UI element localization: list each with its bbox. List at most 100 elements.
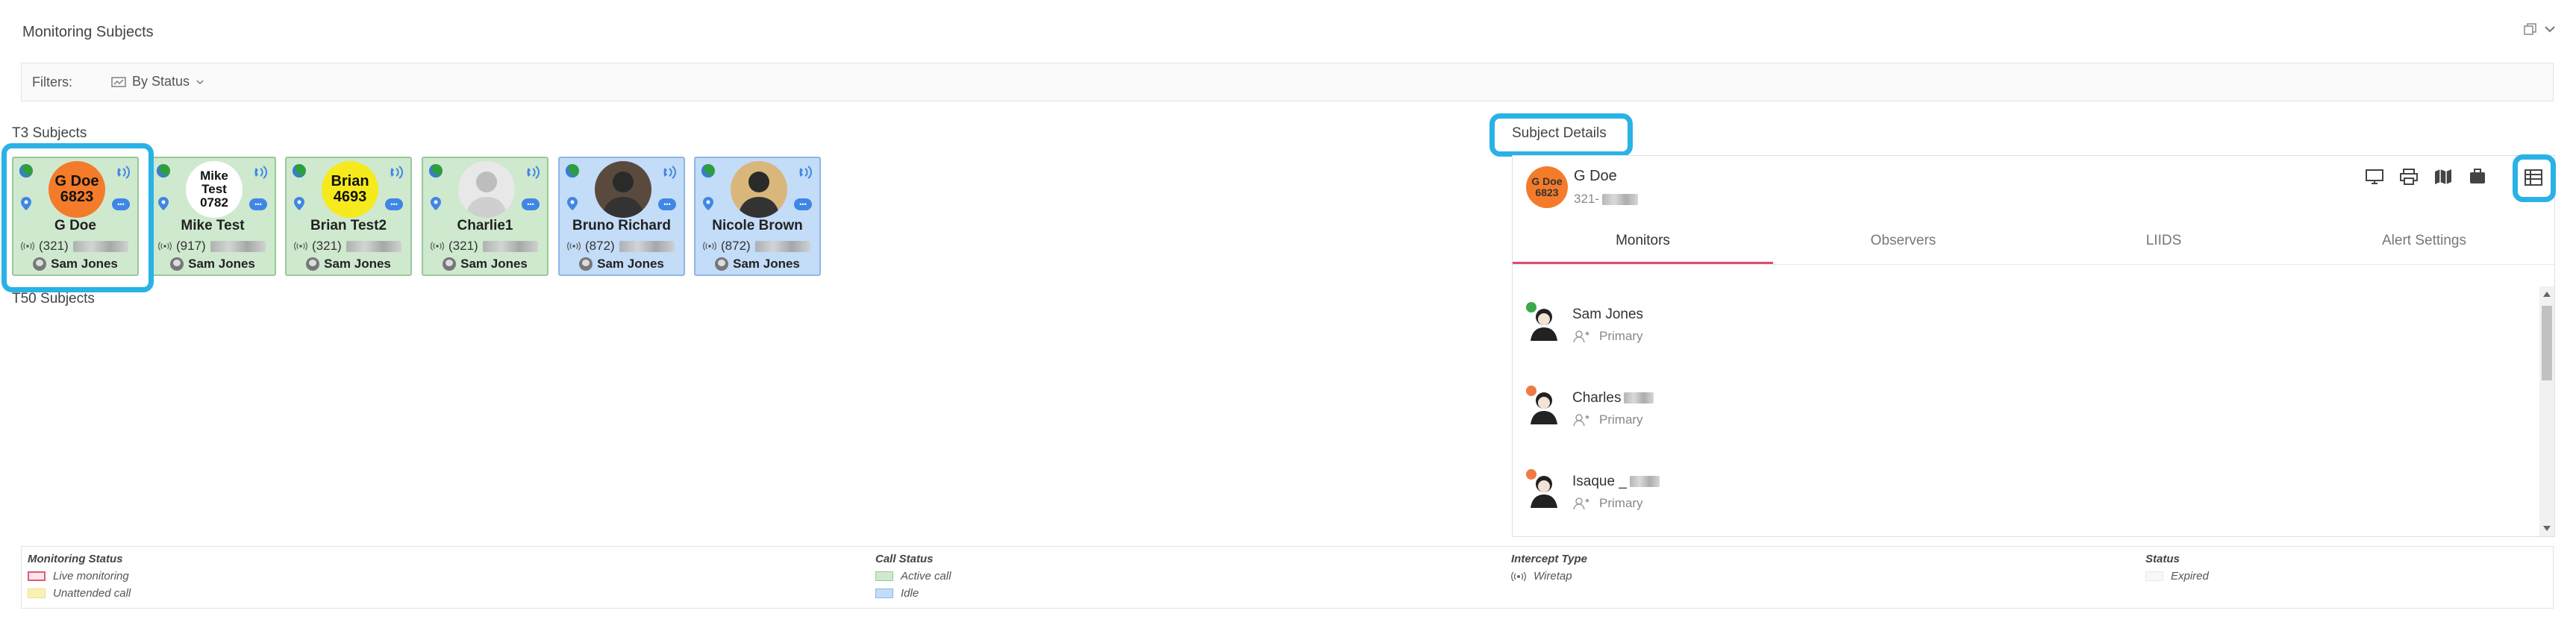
monitors-scrollbar[interactable] xyxy=(2539,286,2554,536)
legend-title: Status xyxy=(2145,553,2180,565)
tab-observers[interactable]: Observers xyxy=(1773,219,2033,264)
selected-card-highlight xyxy=(1,143,154,292)
active-call-swatch xyxy=(875,571,893,581)
briefcase-icon[interactable] xyxy=(2468,168,2487,186)
call-signal-icon[interactable] xyxy=(522,164,541,180)
details-toolbar xyxy=(2365,168,2487,186)
legend-label: Live monitoring xyxy=(53,570,129,583)
redacted-name xyxy=(1624,392,1654,404)
subject-avatar xyxy=(458,161,515,218)
subject-card[interactable]: ••• Nicole Brown (872) Sam Jones xyxy=(694,157,821,276)
subject-card[interactable]: ••• Bruno Richard (872) Sam Jones xyxy=(558,157,685,276)
idle-swatch xyxy=(875,588,893,598)
monitor-name: Sam Jones xyxy=(1572,307,1644,322)
phone-prefix: (321) xyxy=(448,239,478,253)
chat-bubble-icon[interactable]: ••• xyxy=(385,198,403,210)
assigned-monitor: Sam Jones xyxy=(287,257,410,271)
subject-phone: (917) xyxy=(158,239,266,254)
tab-liids[interactable]: LIIDS xyxy=(2033,219,2294,264)
legend-item: Idle xyxy=(875,587,951,600)
monitor-name: Isaque _ xyxy=(1572,474,1660,490)
location-pin-icon[interactable] xyxy=(703,197,713,210)
subject-name: Charlie1 xyxy=(457,218,513,233)
monitor-avatar xyxy=(306,257,320,271)
subject-phone: (872) xyxy=(703,239,810,254)
legend-label: Active call xyxy=(901,570,951,583)
legend-monitoring-status: Monitoring Status Live monitoring Unatte… xyxy=(28,553,131,604)
chat-bubble-icon[interactable]: ••• xyxy=(658,198,676,210)
globe-icon[interactable] xyxy=(293,164,306,178)
legend-item: Active call xyxy=(875,570,951,583)
subject-name: Nicole Brown xyxy=(712,218,803,233)
location-pin-icon[interactable] xyxy=(431,197,441,210)
chevron-down-icon xyxy=(196,79,204,84)
wiretap-icon xyxy=(294,242,307,251)
table-view-icon[interactable] xyxy=(2523,168,2544,187)
globe-icon[interactable] xyxy=(566,164,579,178)
call-signal-icon[interactable] xyxy=(249,164,269,180)
person-photo-icon xyxy=(602,172,644,218)
person-photo-icon xyxy=(738,172,780,218)
status-dot xyxy=(1526,386,1536,396)
location-pin-icon[interactable] xyxy=(567,197,578,210)
monitor-avatar xyxy=(1526,469,1560,508)
print-icon[interactable] xyxy=(2399,168,2419,186)
monitor-row[interactable]: Isaque _ Primary xyxy=(1526,469,1660,511)
legend-status: Status Expired xyxy=(2145,553,2209,587)
location-pin-icon[interactable] xyxy=(294,197,304,210)
subject-avatar: Mike Test 0782 xyxy=(186,161,243,218)
wiretap-icon xyxy=(158,242,172,251)
chevron-down-icon[interactable] xyxy=(2543,22,2557,36)
monitor-name: Sam Jones xyxy=(324,257,391,271)
subject-card[interactable]: ••• Charlie1 (321) Sam Jones xyxy=(422,157,548,276)
subject-details-panel: G Doe 6823 G Doe 321- Monitors Observers… xyxy=(1512,154,2556,537)
tab-monitors[interactable]: Monitors xyxy=(1513,219,1773,264)
person-photo-icon xyxy=(466,172,507,218)
chat-bubble-icon[interactable]: ••• xyxy=(794,198,812,210)
scrollbar-thumb[interactable] xyxy=(2542,306,2552,380)
phone-prefix: (872) xyxy=(721,239,751,253)
by-status-filter[interactable]: By Status xyxy=(111,74,204,90)
window-restore-icon[interactable] xyxy=(2524,22,2537,36)
redacted-number xyxy=(482,240,538,252)
legend-item: Unattended call xyxy=(28,587,131,600)
monitor-role: Primary xyxy=(1599,412,1643,427)
subject-name: Bruno Richard xyxy=(572,218,671,233)
phone-prefix: (872) xyxy=(585,239,615,253)
monitor-avatar xyxy=(1526,386,1560,424)
monitor-row[interactable]: Charles Primary xyxy=(1526,386,1654,427)
phone-prefix: (321) xyxy=(312,239,342,253)
monitor-icon[interactable] xyxy=(2365,168,2384,186)
call-signal-icon[interactable] xyxy=(658,164,678,180)
globe-icon[interactable] xyxy=(701,164,715,178)
map-icon[interactable] xyxy=(2433,168,2453,186)
subject-avatar xyxy=(731,161,787,218)
subject-name: G Doe xyxy=(1574,168,1617,184)
monitor-row[interactable]: Sam Jones Primary xyxy=(1526,302,1643,344)
monitor-role: Primary xyxy=(1599,496,1643,510)
monitor-name: Sam Jones xyxy=(460,257,528,271)
live-monitoring-swatch xyxy=(28,571,46,581)
filters-label: Filters: xyxy=(32,75,72,90)
call-signal-icon[interactable] xyxy=(385,164,404,180)
chat-bubble-icon[interactable]: ••• xyxy=(249,198,267,210)
globe-icon[interactable] xyxy=(157,164,170,178)
chart-icon xyxy=(111,76,126,87)
chat-bubble-icon[interactable]: ••• xyxy=(522,198,540,210)
subject-card[interactable]: ••• Brian 4693 Brian Test2 (321) Sam Jones xyxy=(285,157,412,276)
t3-subjects-label: T3 Subjects xyxy=(12,125,87,141)
scroll-up-icon[interactable] xyxy=(2543,291,2551,297)
location-pin-icon[interactable] xyxy=(158,197,169,210)
scroll-down-icon[interactable] xyxy=(2543,526,2551,532)
globe-icon[interactable] xyxy=(429,164,443,178)
monitor-name: Sam Jones xyxy=(733,257,800,271)
subject-name: Mike Test xyxy=(181,218,245,233)
monitor-name: Sam Jones xyxy=(597,257,664,271)
tab-alert-settings[interactable]: Alert Settings xyxy=(2294,219,2554,264)
legend-title: Call Status xyxy=(875,553,934,565)
unattended-call-swatch xyxy=(28,588,46,598)
subject-card[interactable]: ••• Mike Test 0782 Mike Test (917) Sam Jones xyxy=(149,157,276,276)
redacted-number xyxy=(754,240,810,252)
call-signal-icon[interactable] xyxy=(794,164,813,180)
legend-panel: Monitoring Status Live monitoring Unatte… xyxy=(21,546,2554,609)
